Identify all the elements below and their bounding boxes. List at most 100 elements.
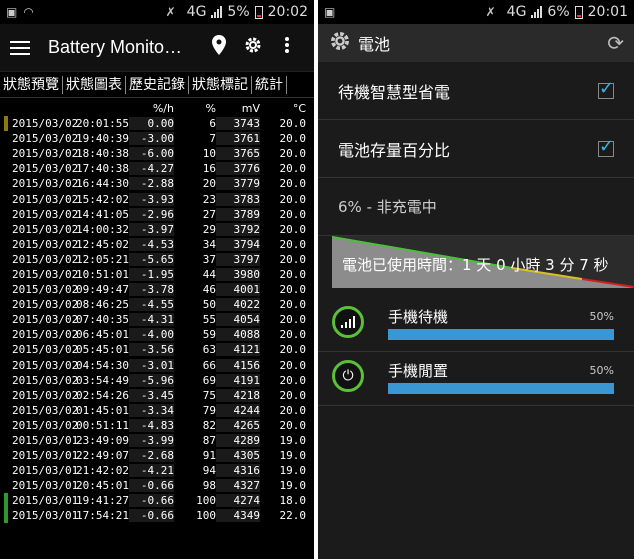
table-row[interactable]: 2015/03/02 19:40:39 -3.00 7 3761 20.0	[0, 131, 314, 146]
table-row[interactable]: 2015/03/01 19:41:27 -0.66 100 4274 18.0	[0, 493, 314, 509]
usage-item-idle[interactable]: ⏻ 手機閒置 50%	[318, 352, 634, 406]
location-pin-icon[interactable]	[202, 35, 236, 60]
cell-mv: 4218	[216, 388, 260, 402]
cell-rate: -2.68	[129, 449, 174, 463]
table-row[interactable]: 2015/03/02 20:01:55 0.00 6 3743 20.0	[0, 116, 314, 132]
table-row[interactable]: 2015/03/02 14:00:32 -3.97 29 3792 20.0	[0, 222, 314, 237]
status-bar: ▣ ✗ 4G 6% 20:01	[318, 0, 634, 24]
cell-temp: 20.0	[279, 237, 307, 251]
cell-temp: 20.0	[279, 207, 307, 221]
table-row[interactable]: 2015/03/02 05:45:01 -3.56 63 4121 20.0	[0, 342, 314, 357]
table-row[interactable]: 2015/03/02 14:41:05 -2.96 27 3789 20.0	[0, 207, 314, 222]
cell-time: 17:54:21	[76, 509, 129, 523]
tab-history[interactable]: 歷史記錄	[126, 75, 189, 94]
table-row[interactable]: 2015/03/02 08:46:25 -4.55 50 4022 20.0	[0, 297, 314, 312]
table-row[interactable]: 2015/03/02 04:54:30 -3.01 66 4156 20.0	[0, 358, 314, 373]
cell-date: 2015/03/02	[12, 132, 79, 146]
cell-date: 2015/03/02	[12, 313, 79, 327]
table-row[interactable]: 2015/03/02 07:40:35 -4.31 55 4054 20.0	[0, 312, 314, 327]
cell-date: 2015/03/01	[12, 434, 79, 448]
checkbox[interactable]	[598, 136, 614, 157]
cell-temp: 19.0	[279, 479, 307, 493]
cell-rate: -0.66	[129, 494, 174, 508]
cell-pct: 100	[196, 494, 216, 508]
cell-rate: -3.97	[129, 222, 174, 236]
cell-temp: 22.0	[279, 509, 307, 523]
cell-mv: 3794	[216, 237, 260, 251]
cell-rate: -0.66	[129, 479, 174, 493]
table-row[interactable]: 2015/03/02 02:54:26 -3.45 75 4218 20.0	[0, 388, 314, 403]
cell-rate: -4.53	[129, 237, 174, 251]
clock: 20:01	[587, 4, 628, 20]
cell-time: 06:45:01	[76, 328, 129, 342]
table-row[interactable]: 2015/03/02 12:45:02 -4.53 34 3794 20.0	[0, 237, 314, 252]
table-row[interactable]: 2015/03/02 18:40:38 -6.00 10 3765 20.0	[0, 146, 314, 161]
refresh-icon[interactable]: ⟳	[607, 31, 624, 55]
cell-temp: 20.0	[279, 177, 307, 191]
cell-rate: -3.56	[129, 343, 174, 357]
table-row[interactable]: 2015/03/01 17:54:21 -0.66 100 4349 22.0	[0, 508, 314, 524]
table-row[interactable]: 2015/03/02 00:51:11 -4.83 82 4265 20.0	[0, 418, 314, 433]
cell-rate: -4.83	[129, 418, 174, 432]
cell-rate: -3.99	[129, 434, 174, 448]
cell-pct: 69	[202, 373, 216, 387]
battery-settings-screen: ▣ ✗ 4G 6% 20:01 電池 ⟳ 待機智慧型省電 電池存量百分比 6% …	[318, 0, 634, 559]
cell-date: 2015/03/02	[12, 192, 79, 206]
cell-pct: 34	[202, 237, 216, 251]
cell-pct: 66	[202, 358, 216, 372]
setting-smart-standby[interactable]: 待機智慧型省電	[318, 62, 634, 120]
table-row[interactable]: 2015/03/02 09:49:47 -3.78 46 4001 20.0	[0, 282, 314, 297]
gear-icon[interactable]	[328, 29, 352, 57]
battery-graph[interactable]: 電池已使用時間：1 天 0 小時 3 分 7 秒	[332, 236, 634, 288]
cell-temp: 20.0	[279, 252, 307, 266]
cell-rate: -6.00	[129, 147, 174, 161]
column-voltage: mV	[241, 102, 260, 115]
cell-pct: 59	[202, 328, 216, 342]
cell-pct: 91	[202, 449, 216, 463]
tab-status-chart[interactable]: 狀態圖表	[63, 75, 126, 94]
cell-date: 2015/03/02	[12, 237, 79, 251]
table-row[interactable]: 2015/03/02 06:45:01 -4.00 59 4088 20.0	[0, 327, 314, 342]
cell-rate: -3.78	[129, 283, 174, 297]
battery-icon	[574, 5, 583, 19]
signal-icon	[211, 6, 223, 18]
tab-status-marks[interactable]: 狀態標記	[189, 75, 252, 94]
table-row[interactable]: 2015/03/02 03:54:49 -5.96 69 4191 20.0	[0, 373, 314, 388]
cell-rate: -4.55	[129, 298, 174, 312]
tab-status-overview[interactable]: 狀態預覽	[0, 75, 63, 94]
table-row[interactable]: 2015/03/01 23:49:09 -3.99 87 4289 19.0	[0, 433, 314, 448]
table-row[interactable]: 2015/03/02 12:05:21 -5.65 37 3797 20.0	[0, 252, 314, 267]
divider	[634, 0, 639, 559]
tab-statistics[interactable]: 統計	[252, 75, 287, 94]
table-row[interactable]: 2015/03/01 22:49:07 -2.68 91 4305 19.0	[0, 448, 314, 463]
table-row[interactable]: 2015/03/02 16:44:30 -2.88 20 3779 20.0	[0, 176, 314, 191]
network-type: 4G	[506, 4, 527, 20]
app-title: Battery Monito…	[48, 37, 183, 57]
usage-time: 電池已使用時間：1 天 0 小時 3 分 7 秒	[342, 256, 609, 274]
cell-temp: 20.0	[279, 388, 307, 402]
history-list[interactable]: 2015/03/02 20:01:55 0.00 6 3743 20.0 2015/03/0…	[0, 116, 314, 524]
setting-battery-percentage[interactable]: 電池存量百分比	[318, 120, 634, 178]
table-row[interactable]: 2015/03/01 21:42:02 -4.21 94 4316 19.0	[0, 463, 314, 478]
gear-icon[interactable]	[236, 35, 270, 60]
cell-rate: -5.65	[129, 252, 174, 266]
table-row[interactable]: 2015/03/02 15:42:02 -3.93 23 3783 20.0	[0, 191, 314, 206]
cell-pct: 23	[202, 192, 216, 206]
usage-name: 手機待機	[388, 308, 449, 326]
mute-icon: ✗	[165, 5, 176, 19]
cell-time: 00:51:11	[76, 418, 129, 432]
cell-mv: 4327	[216, 479, 260, 493]
overflow-menu-icon[interactable]	[270, 37, 304, 58]
table-row[interactable]: 2015/03/02 01:45:01 -3.34 79 4244 20.0	[0, 403, 314, 418]
cell-date: 2015/03/02	[12, 328, 79, 342]
cell-pct: 20	[202, 177, 216, 191]
cell-temp: 19.0	[279, 434, 307, 448]
table-row[interactable]: 2015/03/02 10:51:01 -1.95 44 3980 20.0	[0, 267, 314, 282]
menu-icon[interactable]	[10, 40, 30, 55]
table-row[interactable]: 2015/03/02 17:40:38 -4.27 16 3776 20.0	[0, 161, 314, 176]
checkbox[interactable]	[598, 78, 614, 99]
table-row[interactable]: 2015/03/01 20:45:01 -0.66 98 4327 19.0	[0, 478, 314, 493]
usage-item-standby[interactable]: 手機待機 50%	[318, 298, 634, 352]
cell-time: 23:49:09	[76, 434, 129, 448]
cell-time: 14:00:32	[76, 222, 129, 236]
